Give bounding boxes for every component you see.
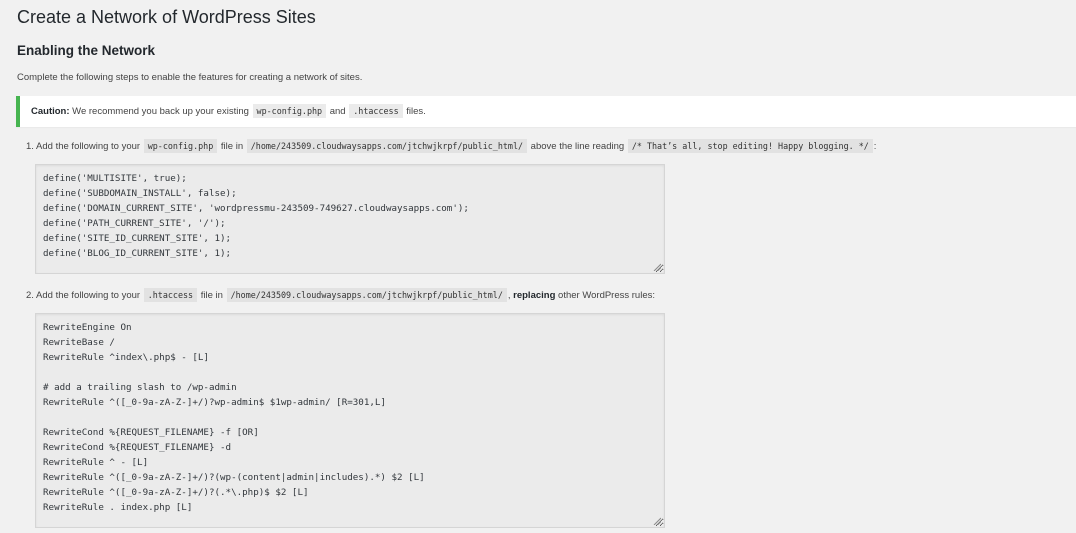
step-2-emphasis: replacing bbox=[513, 290, 556, 301]
page-title: Create a Network of WordPress Sites bbox=[17, 7, 316, 27]
wp-config-code-textarea[interactable]: define('MULTISITE', true); define('SUBDO… bbox=[35, 164, 665, 274]
resize-handle-icon[interactable] bbox=[653, 517, 661, 525]
caution-file-htaccess: .htaccess bbox=[349, 104, 403, 118]
step-1-instruction: 1. Add the following to your wp-config.p… bbox=[26, 139, 876, 154]
caution-text-mid: and bbox=[327, 106, 349, 117]
step-1-file: wp-config.php bbox=[143, 139, 218, 153]
step-2-suffix: other WordPress rules: bbox=[555, 290, 656, 301]
step-2-file: .htaccess bbox=[143, 288, 198, 302]
step-2-prefix: 2. Add the following to your bbox=[26, 290, 143, 301]
step-1-suffix: : bbox=[873, 141, 877, 152]
section-title: Enabling the Network bbox=[17, 43, 156, 58]
caution-text-after: files. bbox=[403, 106, 426, 117]
step-1-mid2: above the line reading bbox=[528, 141, 627, 152]
step-1-mid1: file in bbox=[218, 141, 246, 152]
step-1-marker: /* That’s all, stop editing! Happy blogg… bbox=[627, 139, 873, 153]
step-1-prefix: 1. Add the following to your bbox=[26, 141, 143, 152]
step-2-mid1: file in bbox=[198, 290, 226, 301]
caution-text-before: We recommend you back up your existing bbox=[69, 106, 252, 117]
caution-label: Caution: bbox=[31, 106, 70, 117]
resize-handle-icon[interactable] bbox=[653, 263, 661, 271]
step-2-instruction: 2. Add the following to your .htaccess f… bbox=[26, 288, 655, 303]
intro-text: Complete the following steps to enable t… bbox=[17, 72, 363, 83]
caution-notice: Caution: We recommend you back up your e… bbox=[16, 96, 1076, 127]
step-2-path: /home/243509.cloudwaysapps.com/jtchwjkrp… bbox=[226, 288, 507, 302]
step-1-path: /home/243509.cloudwaysapps.com/jtchwjkrp… bbox=[246, 139, 528, 153]
htaccess-code-textarea[interactable]: RewriteEngine On RewriteBase / RewriteRu… bbox=[35, 313, 665, 528]
caution-file-wp-config: wp-config.php bbox=[252, 104, 327, 118]
